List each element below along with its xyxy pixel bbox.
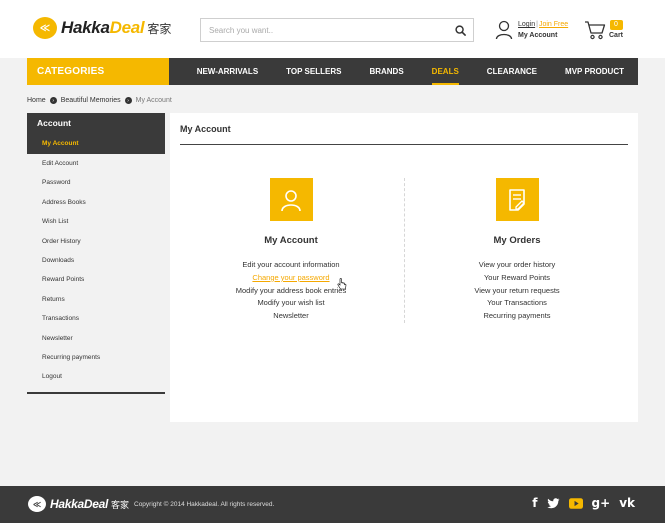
site-header: ≪ HakkaDeal 客家 Login|Join Free My Accoun… (0, 0, 665, 58)
nav-item-new-arrivals[interactable]: NEW-ARRIVALS (183, 58, 272, 85)
chevron-right-icon: › (49, 97, 57, 104)
search-button[interactable] (447, 19, 473, 41)
logo-mark-icon: ≪ (28, 496, 46, 512)
recurring-payments-link[interactable]: Recurring payments (417, 310, 617, 323)
search-input[interactable] (201, 19, 447, 41)
newsletter-link[interactable]: Newsletter (191, 310, 391, 323)
sidebar-item-address-books[interactable]: Address Books (27, 193, 165, 212)
sidebar-item-returns[interactable]: Returns (27, 290, 165, 309)
breadcrumb: Home › Beautiful Memories › My Account (27, 97, 172, 104)
logo-text: HakkaDeal (61, 18, 145, 37)
cart-icon (585, 20, 606, 39)
nav-item-top-sellers[interactable]: TOP SELLERS (272, 58, 355, 85)
breadcrumb-beautiful-memories[interactable]: Beautiful Memories (61, 97, 121, 104)
nav-item-brands[interactable]: BRANDS (355, 58, 417, 85)
sidebar-item-logout[interactable]: Logout (27, 367, 165, 386)
footer-logo-text: HakkaDeal (50, 497, 109, 511)
hand-cursor-icon (337, 278, 347, 290)
social-links: f g+ vk (523, 496, 635, 510)
nav-item-mvp-product[interactable]: MVP PRODUCT (551, 58, 638, 85)
sidebar-item-newsletter[interactable]: Newsletter (27, 329, 165, 348)
search-icon (454, 24, 466, 36)
login-separator: | (536, 21, 538, 28)
sidebar-item-recurring-payments[interactable]: Recurring payments (27, 348, 165, 367)
modify-wish-list-link[interactable]: Modify your wish list (191, 297, 391, 310)
breadcrumb-home[interactable]: Home (27, 97, 46, 104)
logo-mark-icon: ≪ (33, 17, 57, 39)
modify-address-book-link[interactable]: Modify your address book entries (191, 285, 391, 298)
sidebar-bottom-rule (27, 391, 165, 394)
nav-item-clearance[interactable]: CLEARANCE (473, 58, 551, 85)
site-logo[interactable]: ≪ HakkaDeal 客家 (33, 17, 171, 39)
search-bar (200, 18, 474, 42)
my-account-heading: My Account (264, 235, 318, 246)
sidebar-title: Account (27, 113, 165, 133)
copyright-text: Copyright © 2014 Hakkadeal. All rights r… (134, 501, 275, 508)
categories-button[interactable]: CATEGORIES (27, 58, 169, 85)
my-account-section: My Account Edit your account information… (191, 178, 391, 323)
join-free-link[interactable]: Join Free (539, 21, 568, 28)
nav-item-deals[interactable]: DEALS (418, 58, 473, 85)
breadcrumb-current: My Account (135, 97, 172, 104)
page-title: My Account (180, 124, 231, 134)
orders-document-icon (495, 178, 539, 221)
cart-count-badge: 0 (609, 20, 623, 30)
vk-icon[interactable]: vk (619, 496, 635, 510)
sidebar-item-order-history[interactable]: Order History (27, 232, 165, 251)
nav-items: NEW-ARRIVALS TOP SELLERS BRANDS DEALS CL… (169, 58, 638, 85)
cart-button[interactable]: 0 Cart (584, 18, 623, 41)
sidebar-item-downloads[interactable]: Downloads (27, 251, 165, 270)
twitter-icon[interactable] (546, 497, 560, 509)
footer-logo-cn: 客家 (111, 500, 130, 511)
account-panel: My Account My Account Edit your account … (170, 113, 638, 422)
site-footer: ≪ HakkaDeal 客家 Copyright © 2014 Hakkadea… (0, 486, 665, 523)
account-sidebar: Account My Account Edit Account Password… (27, 113, 165, 394)
my-orders-heading: My Orders (493, 235, 541, 246)
title-divider (180, 144, 628, 145)
user-icon[interactable] (495, 20, 513, 40)
sidebar-item-reward-points[interactable]: Reward Points (27, 270, 165, 289)
view-order-history-link[interactable]: View your order history (417, 259, 617, 272)
reward-points-link[interactable]: Your Reward Points (417, 272, 617, 285)
facebook-icon[interactable]: f (532, 496, 537, 510)
youtube-icon[interactable] (568, 497, 583, 509)
chevron-right-icon: › (124, 97, 132, 104)
my-orders-section: My Orders View your order history Your R… (417, 178, 617, 323)
sidebar-list: My Account Edit Account Password Address… (27, 133, 165, 387)
change-password-link[interactable]: Change your password (191, 272, 391, 285)
user-icon (269, 178, 313, 221)
sidebar-item-my-account[interactable]: My Account (27, 133, 165, 154)
cart-label: Cart (609, 32, 624, 39)
logo-cn-text: 客家 (147, 21, 172, 36)
my-account-link[interactable]: My Account (518, 30, 568, 41)
main-nav: CATEGORIES NEW-ARRIVALS TOP SELLERS BRAN… (27, 58, 638, 85)
transactions-link[interactable]: Your Transactions (417, 297, 617, 310)
user-area: Login|Join Free My Account (495, 19, 568, 41)
column-divider (404, 178, 405, 323)
sidebar-item-transactions[interactable]: Transactions (27, 309, 165, 328)
sidebar-item-password[interactable]: Password (27, 173, 165, 192)
footer-logo[interactable]: ≪ HakkaDeal 客家 (28, 496, 129, 512)
edit-account-info-link[interactable]: Edit your account information (191, 259, 391, 272)
google-plus-icon[interactable]: g+ (592, 496, 611, 510)
sidebar-item-edit-account[interactable]: Edit Account (27, 154, 165, 173)
sidebar-item-wish-list[interactable]: Wish List (27, 212, 165, 231)
login-link[interactable]: Login (518, 21, 535, 28)
return-requests-link[interactable]: View your return requests (417, 285, 617, 298)
